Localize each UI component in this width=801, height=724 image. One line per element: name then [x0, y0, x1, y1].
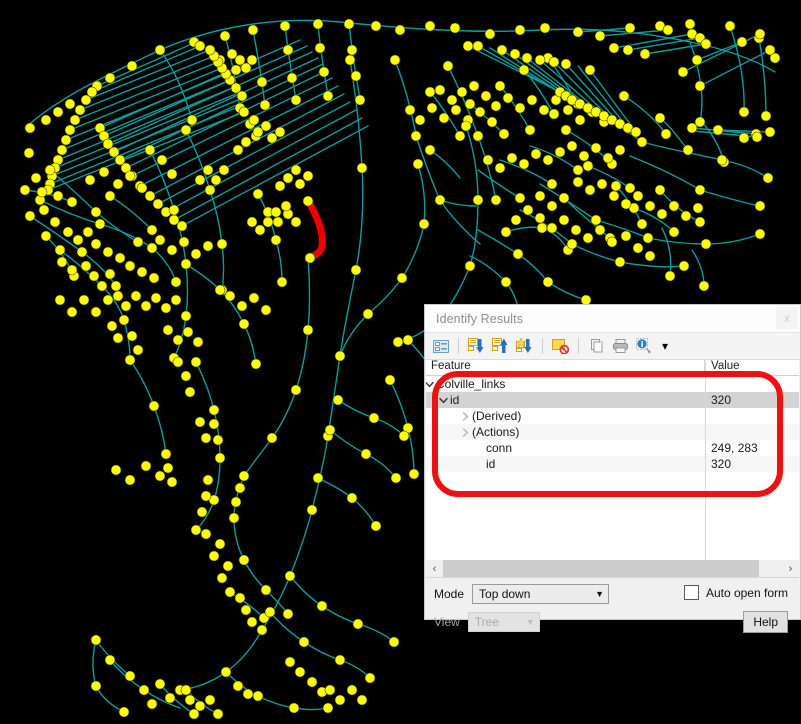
help-button[interactable]: Help: [743, 611, 788, 633]
mode-dropdown[interactable]: Top down ▼: [472, 584, 610, 604]
table-row[interactable]: Colville_links: [426, 376, 799, 392]
view-dropdown[interactable]: Tree ▼: [467, 612, 540, 632]
table-row[interactable]: id 320: [426, 392, 799, 408]
panel-title: Identify Results: [436, 311, 524, 326]
expand-up-icon[interactable]: [490, 336, 511, 356]
panel-footer: Mode Top down ▼ View Tree ▼ Auto open fo…: [426, 578, 799, 633]
row-feature-label: conn: [486, 441, 513, 455]
row-value: 249, 283: [711, 441, 758, 455]
toolbar-separator-2: [542, 338, 543, 354]
scroll-left-arrow-icon[interactable]: ‹: [426, 560, 443, 577]
auto-open-form-label: Auto open form: [705, 585, 788, 600]
scrollbar-thumb[interactable]: [443, 560, 759, 577]
auto-open-form-control[interactable]: Auto open form: [683, 585, 788, 600]
view-dropdown-value: Tree: [474, 615, 500, 629]
row-value: 320: [711, 393, 732, 407]
scroll-right-arrow-icon[interactable]: ›: [782, 560, 799, 577]
identify-settings-icon[interactable]: [634, 336, 655, 356]
toolbar-separator-3: [578, 338, 579, 354]
collapse-down-icon[interactable]: [466, 336, 487, 356]
row-feature-label: Colville_links: [436, 377, 506, 391]
row-feature-label: (Derived): [472, 409, 522, 423]
chevron-right-icon[interactable]: [459, 408, 471, 424]
expand-all-icon[interactable]: [430, 336, 451, 356]
row-feature-label: id: [486, 457, 496, 471]
chevron-down-icon[interactable]: [426, 376, 435, 392]
mode-label: Mode: [434, 587, 465, 601]
row-feature-label: (Actions): [472, 425, 520, 439]
toolbar-separator-1: [458, 338, 459, 354]
screen-root: Identify Results x ▾ Feature Value Colvi…: [0, 0, 801, 724]
table-row[interactable]: conn 249, 283: [426, 440, 799, 456]
print-icon[interactable]: [610, 336, 631, 356]
identify-results-panel: Identify Results x ▾ Feature Value Colvi…: [424, 304, 801, 633]
chevron-down-icon: ▼: [595, 588, 605, 599]
grid-header-row: Feature Value: [426, 360, 799, 376]
results-grid[interactable]: Feature Value Colville_linksid 320 (Derive…: [426, 360, 799, 561]
panel-titlebar[interactable]: Identify Results x: [425, 305, 800, 333]
column-header-feature[interactable]: Feature: [426, 360, 705, 375]
column-header-value[interactable]: Value: [705, 360, 799, 375]
table-row[interactable]: (Actions): [426, 424, 799, 440]
row-feature-label: id: [450, 393, 460, 407]
view-label: View: [434, 615, 460, 629]
auto-open-form-checkbox[interactable]: [683, 585, 699, 600]
chevron-down-icon[interactable]: [437, 392, 449, 408]
view-control: View Tree ▼: [434, 612, 540, 632]
column-divider[interactable]: [705, 360, 706, 560]
clear-results-icon[interactable]: [550, 336, 571, 356]
panel-toolbar: ▾: [425, 333, 800, 360]
row-value: 320: [711, 457, 732, 471]
mode-dropdown-value: Top down: [479, 587, 531, 601]
close-icon[interactable]: x: [776, 307, 798, 329]
table-row[interactable]: (Derived): [426, 408, 799, 424]
horizontal-scrollbar[interactable]: ‹ ›: [426, 560, 799, 578]
copy-icon[interactable]: [586, 336, 607, 356]
results-tree[interactable]: Colville_links id 320 (Derived) (Actions) con…: [426, 376, 799, 472]
chevron-down-icon: ▼: [525, 616, 535, 627]
chevron-down-icon[interactable]: ▾: [658, 336, 672, 356]
mode-control: Mode Top down ▼: [434, 584, 610, 604]
scrollbar-track[interactable]: [443, 560, 782, 577]
help-button-wrap: Help: [743, 611, 788, 633]
table-row[interactable]: id 320: [426, 456, 799, 472]
chevron-right-icon[interactable]: [459, 424, 471, 440]
highlight-feature-icon[interactable]: [514, 336, 535, 356]
